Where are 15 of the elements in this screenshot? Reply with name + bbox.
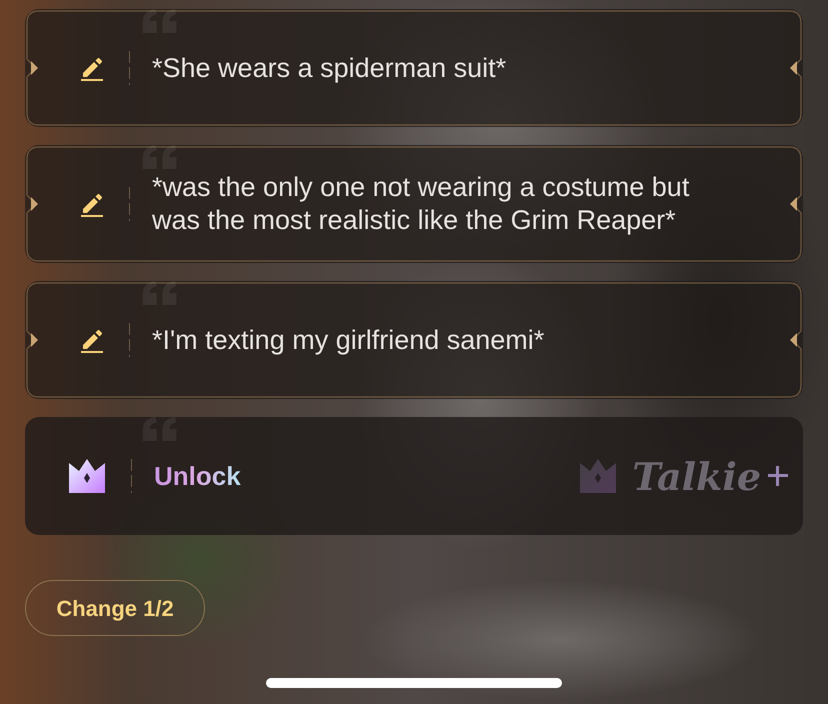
suggestion-text: *I'm texting my girlfriend sanemi* [152,324,544,356]
pencil-icon [79,327,105,353]
crown-icon [67,457,107,495]
plus-icon [765,463,791,489]
change-button[interactable]: Change 1/2 [25,580,205,636]
pencil-icon [79,55,105,81]
reply-suggestion-card[interactable]: *She wears a spiderman suit* [25,9,803,127]
reply-suggestion-card[interactable]: *I'm texting my girlfriend sanemi* [25,281,803,399]
suggestion-text: *was the only one not wearing a costume but was the most realistic like the Grim Reaper* [152,171,690,237]
reply-suggestion-card[interactable]: *was the only one not wearing a costume but was the most realistic like the Grim Reaper* [25,145,803,263]
brand-logo-text: Talkie [632,452,761,500]
suggestion-text: *She wears a spiderman suit* [152,52,506,84]
pencil-icon [79,191,105,217]
unlock-card[interactable]: Unlock Talkie [25,417,803,535]
crown-icon [578,457,618,495]
